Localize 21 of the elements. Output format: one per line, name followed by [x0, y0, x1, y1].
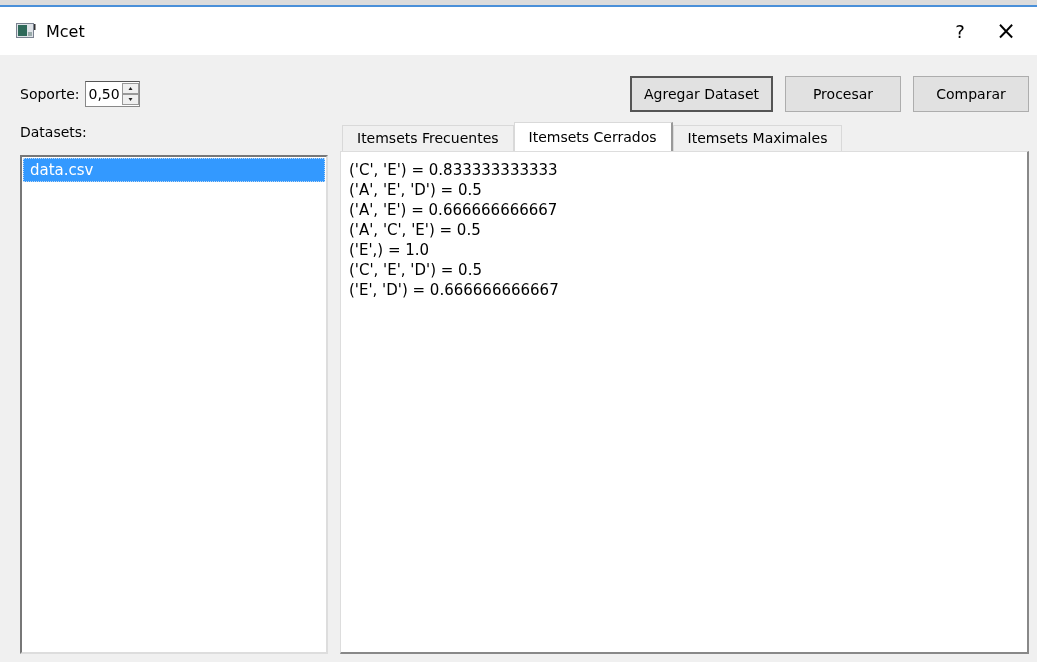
output-line: ('A', 'C', 'E') = 0.5 — [349, 220, 482, 240]
tab[interactable]: Itemsets Frecuentes — [342, 125, 514, 151]
push-button[interactable]: Comparar — [913, 76, 1029, 112]
window-title: Mcet — [46, 21, 86, 41]
output-line: ('A', 'E') = 0.666666666667 — [349, 200, 559, 220]
help-button[interactable]: ? — [937, 20, 983, 42]
output-line: ('A', 'E', 'D') = 0.5 — [349, 180, 483, 200]
push-button[interactable]: Agregar Dataset — [629, 76, 773, 112]
spin-arrows-icon[interactable] — [121, 83, 139, 105]
push-button[interactable]: Procesar — [785, 76, 901, 112]
tab[interactable]: Itemsets Maximales — [672, 125, 843, 151]
close-button[interactable]: × — [983, 17, 1029, 45]
output-line: ('C', 'E', 'D') = 0.5 — [349, 260, 483, 280]
output-line: ('E',) = 1.0 — [349, 240, 431, 260]
output-line: ('E', 'D') = 0.666666666667 — [349, 280, 560, 300]
datasets-label: Datasets: — [20, 123, 88, 142]
output-line: ('C', 'E') = 0.833333333333 — [349, 160, 559, 180]
support-spinbox[interactable]: 0,50 — [85, 81, 140, 107]
tab[interactable]: Itemsets Cerrados — [513, 122, 673, 151]
support-label: Soporte: — [20, 86, 80, 102]
app-icon — [16, 23, 36, 39]
